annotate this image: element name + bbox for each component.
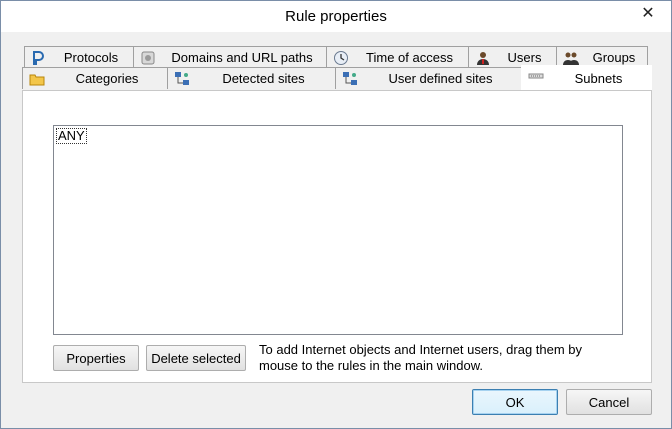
close-icon[interactable]: ✕ [631,1,665,25]
protocols-icon [31,50,47,66]
window-title: Rule properties [285,8,387,25]
title-bar[interactable]: Rule properties ✕ [1,1,671,32]
tab-domains-and-url-paths[interactable]: Domains and URL paths [133,46,327,68]
tab-label: User defined sites [388,71,493,86]
rule-properties-dialog: Rule properties ✕ Protocols Domains and … [0,0,672,429]
groups-icon [563,50,579,66]
properties-button[interactable]: Properties [53,345,139,371]
tab-label: Time of access [366,50,453,65]
tab-user-defined-sites[interactable]: User defined sites [335,67,522,89]
delete-selected-button[interactable]: Delete selected [146,345,246,371]
tab-label: Domains and URL paths [171,50,313,65]
ok-button[interactable]: OK [472,389,558,415]
cancel-button[interactable]: Cancel [566,389,652,415]
tab-label: Groups [592,50,636,65]
list-item[interactable]: ANY [56,128,87,144]
network-icon [342,71,358,87]
tab-label: Detected sites [222,71,305,86]
network-icon [174,71,190,87]
tab-protocols[interactable]: Protocols [24,46,134,68]
tab-label: Users [507,50,542,65]
tab-label: Protocols [63,50,119,65]
subnet-list[interactable]: ANY [53,125,623,335]
tab-subnets[interactable]: Subnets [521,65,652,91]
dialog-client-area: Protocols Domains and URL paths Time of … [2,32,670,428]
folder-icon [29,71,45,87]
subnet-icon [528,71,544,87]
tab-categories[interactable]: Categories [22,67,168,89]
tab-label: Categories [75,71,139,86]
subnets-panel: ANY Properties Delete selected To add In… [22,90,652,383]
user-icon [475,50,491,66]
time-icon [333,50,349,66]
tab-label: Subnets [574,71,623,86]
tab-time-of-access[interactable]: Time of access [326,46,469,68]
drag-hint-text: To add Internet objects and Internet use… [259,342,583,373]
domains-icon [140,50,156,66]
tab-detected-sites[interactable]: Detected sites [167,67,336,89]
